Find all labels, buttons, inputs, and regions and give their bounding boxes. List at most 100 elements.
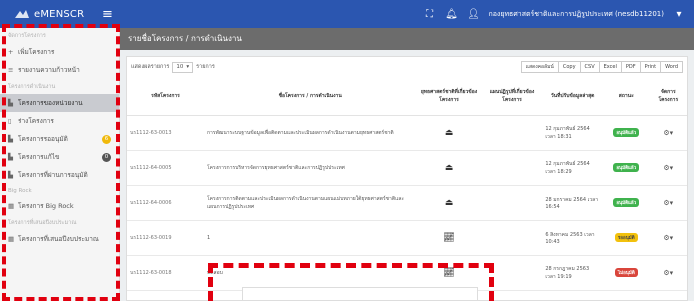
- gear-icon[interactable]: ⚙▾: [663, 164, 673, 172]
- national-strategy-cell: ⏏: [416, 115, 482, 151]
- sidebar-section-title: Big Rock: [8, 188, 32, 194]
- count-badge: 0: [102, 152, 111, 162]
- stamp-icon[interactable]: ⏏: [445, 128, 454, 138]
- chevron-down-icon[interactable]: ▾: [672, 9, 686, 20]
- sidebar-item-label: ร่างโครงการ: [18, 117, 54, 125]
- gear-icon[interactable]: ⚙▾: [663, 234, 673, 242]
- table-row[interactable]: นร1112-63-0019 1 📈︎ 6 สิงหาคม 2563 เวลา …: [127, 220, 687, 256]
- gear-icon[interactable]: ⚙▾: [663, 129, 673, 137]
- fullscreen-icon[interactable]: ⛶: [422, 9, 436, 20]
- table-row[interactable]: นร1112-63-0013 การพัฒนาระบบฐานข้อมูลเพื่…: [127, 115, 687, 151]
- column-header-national-strategy[interactable]: ยุทธศาสตร์ชาติที่เกี่ยวข้องโครงการ: [416, 77, 482, 116]
- sidebar-item-label: เพิ่มโครงการ: [18, 48, 55, 56]
- sidebar-item[interactable]: ▙ โครงการของหน่วยงาน: [0, 94, 119, 112]
- project-code: นร1112-64-0005: [127, 150, 204, 186]
- chevron-down-icon: ▾: [186, 64, 190, 70]
- column-header-name[interactable]: ชื่อโครงการ / การดำเนินงาน: [204, 77, 417, 116]
- print-button[interactable]: Print: [639, 61, 662, 73]
- menu-toggle-icon[interactable]: ≡: [102, 8, 113, 21]
- length-label-pre: แสดงผลรายการ: [131, 64, 170, 70]
- user-menu[interactable]: กองยุทธศาสตร์ชาติและการปฏิรูปประเทศ (nes…: [488, 9, 664, 20]
- column-header-reform-plan[interactable]: แผนปฏิรูปที่เกี่ยวข้องโครงการ: [481, 77, 543, 116]
- sidebar-section-title: จัดการโครงการ: [8, 33, 46, 39]
- word-button[interactable]: Word: [660, 61, 683, 73]
- status-cell: อนุมัติแล้ว: [602, 115, 650, 151]
- menu-item-icon: ▙: [8, 153, 13, 161]
- status-badge: ไม่อนุมัติ: [614, 268, 638, 277]
- highlight-box-bottom: [208, 263, 494, 301]
- project-name[interactable]: โครงการการติดตามและประเมินผลการดำเนินงาน…: [204, 185, 417, 221]
- table-toolbar: แสดงผลรายการ 10 ▾ รายการ แสดงคอลัมน์ Cop…: [127, 57, 687, 77]
- status-cell: อนุมัติแล้ว: [602, 185, 650, 221]
- manage-cell: ⚙▾: [649, 255, 687, 291]
- table-row[interactable]: นร1112-64-0005 โครงการการบริหารจัดการยุท…: [127, 150, 687, 186]
- page-length-select[interactable]: 10 ▾: [172, 61, 194, 73]
- sidebar-item-label: โครงการแก้ไข: [18, 153, 60, 161]
- main-content: รายชื่อโครงการ / การดำเนินงาน แสดงผลรายก…: [120, 28, 694, 301]
- pdf-button[interactable]: PDF: [620, 61, 641, 73]
- gear-icon[interactable]: ⚙▾: [663, 199, 673, 207]
- copy-button[interactable]: Copy: [557, 61, 581, 73]
- column-visibility-button[interactable]: แสดงคอลัมน์: [520, 61, 559, 73]
- manage-cell: ⚙▾: [649, 115, 687, 151]
- brand[interactable]: eMENSCR: [0, 0, 86, 28]
- sidebar-item-label: โครงการ Big Rock: [18, 202, 74, 210]
- sidebar-item-label: โครงการที่เสนอปีงบประมาณ: [18, 235, 99, 243]
- page-length-value: 10: [176, 64, 184, 70]
- menu-item-icon: ▙: [8, 99, 13, 107]
- sidebar-item[interactable]: ≡ รายงานความก้าวหน้า: [0, 61, 119, 79]
- csv-button[interactable]: CSV: [579, 61, 600, 73]
- sidebar-item[interactable]: + เพิ่มโครงการ: [0, 43, 119, 61]
- updated-date: 28 กรกฎาคม 2563 เวลา 19:19: [542, 255, 603, 291]
- sidebar-item[interactable]: ▦ โครงการที่เสนอปีงบประมาณ: [0, 230, 119, 248]
- column-header-updated-date[interactable]: วันที่ปรับข้อมูลล่าสุด: [542, 77, 603, 116]
- gear-icon[interactable]: ⚙▾: [663, 269, 673, 277]
- project-code: นร1112-63-0013: [127, 115, 204, 151]
- project-code: นร1112-64-0006: [127, 185, 204, 221]
- status-cell: ไม่อนุมัติ: [602, 255, 650, 291]
- updated-date: 28 มกราคม 2564 เวลา 16:54: [542, 185, 603, 221]
- status-cell: อนุมัติแล้ว: [602, 150, 650, 186]
- national-strategy-cell: ⏏: [416, 185, 482, 221]
- project-name[interactable]: การพัฒนาระบบฐานข้อมูลเพื่อติดตามและประเม…: [204, 115, 417, 151]
- project-code: นร1112-63-0018: [127, 255, 204, 291]
- sidebar-item[interactable]: ▯ ร่างโครงการ: [0, 112, 119, 130]
- sidebar-item[interactable]: ▙ โครงการรออนุมัติ 6: [0, 130, 119, 148]
- column-header-code[interactable]: รหัสโครงการ: [127, 77, 204, 116]
- table-row[interactable]: นร1112-64-0006 โครงการการติดตามและประเมิ…: [127, 185, 687, 221]
- updated-date: 12 กุมภาพันธ์ 2564 เวลา 18:31: [542, 115, 603, 151]
- project-name[interactable]: 1: [204, 220, 417, 256]
- project-name[interactable]: โครงการการบริหารจัดการยุทธศาสตร์ชาติและก…: [204, 150, 417, 186]
- reform-plan-cell: [481, 185, 543, 221]
- column-header-status[interactable]: สถานะ: [602, 77, 650, 116]
- sidebar-item[interactable]: ▙ โครงการที่ผ่านการอนุมัติ: [0, 166, 119, 184]
- page-title: รายชื่อโครงการ / การดำเนินงาน: [120, 28, 694, 50]
- excel-button[interactable]: Excel: [598, 61, 622, 73]
- table-header-row: รหัสโครงการ ชื่อโครงการ / การดำเนินงาน ย…: [127, 77, 687, 116]
- menu-item-icon: ▦: [8, 235, 15, 243]
- sidebar-section-title: โครงการดำเนินงาน: [8, 84, 56, 90]
- updated-date: 6 สิงหาคม 2563 เวลา 10:43: [542, 220, 603, 256]
- column-header-manage[interactable]: จัดการโครงการ: [649, 77, 687, 116]
- menu-item-icon: ▙: [8, 135, 13, 143]
- sidebar-item[interactable]: ▙ โครงการแก้ไข 0: [0, 148, 119, 166]
- menu-item-icon: ▯: [8, 117, 12, 125]
- reform-plan-cell: [481, 115, 543, 151]
- project-code: นร1112-63-0019: [127, 220, 204, 256]
- status-badge: รออนุมัติ: [614, 233, 638, 242]
- line-chart-icon[interactable]: 📈︎: [443, 233, 454, 243]
- sidebar-item[interactable]: ▦ โครงการ Big Rock: [0, 197, 119, 215]
- updated-date: 12 กุมภาพันธ์ 2564 เวลา 18:29: [542, 150, 603, 186]
- export-button-group: แสดงคอลัมน์ Copy CSV Excel PDF Print Wor…: [520, 61, 683, 73]
- manage-cell: ⚙▾: [649, 150, 687, 186]
- top-navbar: eMENSCR ≡ ⛶ 🔔︎ 👤︎ กองยุทธศาสตร์ชาติและกา…: [0, 0, 694, 28]
- menu-item-icon: ≡: [8, 66, 14, 74]
- stamp-icon[interactable]: ⏏: [445, 198, 454, 208]
- menu-item-icon: +: [8, 48, 14, 56]
- bell-icon[interactable]: 🔔︎: [444, 9, 458, 20]
- sidebar: จัดการโครงการ + เพิ่มโครงการ ≡ รายงานความก้า…: [0, 28, 120, 301]
- menu-item-icon: ▙: [8, 171, 13, 179]
- sidebar-section-title: โครงการที่เสนอปีงบประมาณ: [8, 220, 77, 226]
- stamp-icon[interactable]: ⏏: [445, 163, 454, 173]
- sidebar-item-label: โครงการของหน่วยงาน: [18, 99, 83, 107]
